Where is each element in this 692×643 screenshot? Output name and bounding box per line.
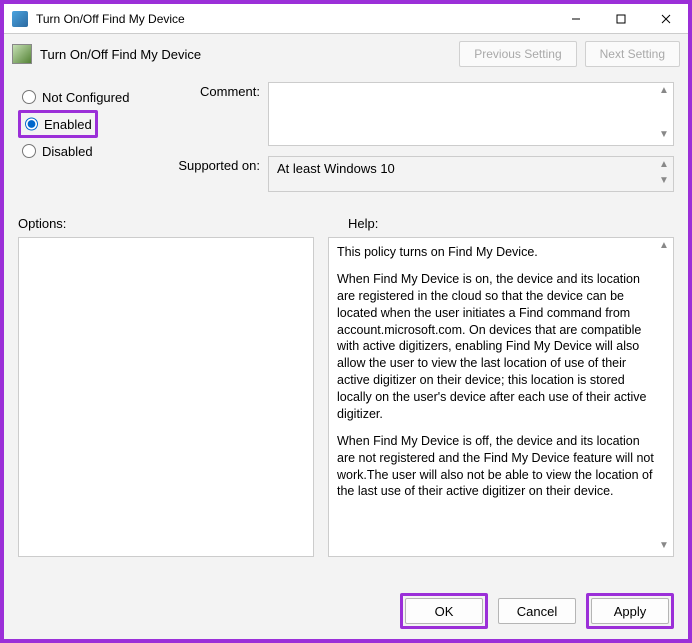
scroll-up-icon[interactable]: ▲ xyxy=(657,240,671,254)
minimize-button[interactable] xyxy=(553,4,598,34)
help-paragraph: When Find My Device is off, the device a… xyxy=(337,433,655,501)
previous-setting-button[interactable]: Previous Setting xyxy=(459,41,576,67)
radio-disabled-label: Disabled xyxy=(42,144,93,159)
radio-not-configured-label: Not Configured xyxy=(42,90,129,105)
comment-label: Comment: xyxy=(168,82,260,146)
ok-button[interactable]: OK xyxy=(405,598,483,624)
next-setting-button[interactable]: Next Setting xyxy=(585,41,680,67)
help-paragraph: When Find My Device is on, the device an… xyxy=(337,271,655,423)
supported-on-label: Supported on: xyxy=(168,156,260,192)
comment-textarea[interactable]: ▲ ▼ xyxy=(268,82,674,146)
options-label: Options: xyxy=(18,216,348,231)
scroll-up-icon[interactable]: ▲ xyxy=(657,159,671,173)
scroll-down-icon[interactable]: ▼ xyxy=(657,175,671,189)
state-radio-group: Not Configured Enabled Disabled xyxy=(18,82,158,202)
radio-enabled[interactable]: Enabled xyxy=(21,113,95,135)
cancel-button[interactable]: Cancel xyxy=(498,598,576,624)
options-panel xyxy=(18,237,314,557)
scroll-down-icon[interactable]: ▼ xyxy=(657,540,671,554)
policy-sheet-icon xyxy=(12,44,32,64)
close-button[interactable] xyxy=(643,4,688,34)
scroll-up-icon[interactable]: ▲ xyxy=(657,85,671,99)
toolbar: Turn On/Off Find My Device Previous Sett… xyxy=(4,34,688,74)
maximize-button[interactable] xyxy=(598,4,643,34)
scroll-down-icon[interactable]: ▼ xyxy=(657,129,671,143)
help-label: Help: xyxy=(348,216,378,231)
policy-name: Turn On/Off Find My Device xyxy=(40,47,201,62)
radio-disabled[interactable]: Disabled xyxy=(18,138,158,164)
supported-on-box: At least Windows 10 ▲ ▼ xyxy=(268,156,674,192)
apply-button[interactable]: Apply xyxy=(591,598,669,624)
radio-not-configured-input[interactable] xyxy=(22,90,36,104)
policy-icon xyxy=(12,11,28,27)
radio-enabled-input[interactable] xyxy=(25,117,38,131)
window-title: Turn On/Off Find My Device xyxy=(36,12,553,26)
titlebar: Turn On/Off Find My Device xyxy=(4,4,688,34)
radio-enabled-label: Enabled xyxy=(44,117,92,132)
supported-on-value: At least Windows 10 xyxy=(277,161,395,176)
radio-not-configured[interactable]: Not Configured xyxy=(18,84,158,110)
dialog-footer: OK Cancel Apply xyxy=(400,593,674,629)
radio-disabled-input[interactable] xyxy=(22,144,36,158)
help-panel: This policy turns on Find My Device. Whe… xyxy=(328,237,674,557)
help-paragraph: This policy turns on Find My Device. xyxy=(337,244,655,261)
